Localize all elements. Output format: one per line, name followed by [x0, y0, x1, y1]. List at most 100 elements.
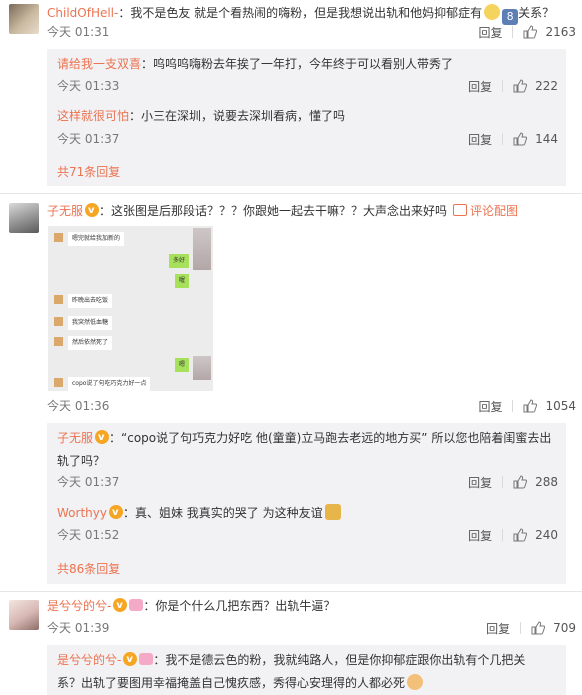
like-thumb-icon[interactable]	[513, 528, 528, 542]
username-link[interactable]: 是兮兮的兮-	[47, 599, 111, 613]
vip-badge-icon	[95, 428, 110, 448]
more-replies-link[interactable]: 共86条回复	[57, 561, 120, 577]
reply-button[interactable]: 回复	[468, 78, 492, 95]
comment-text-after: 关系？	[518, 6, 555, 20]
reply-time: 今天 01:37	[57, 475, 120, 489]
chat-avatar	[54, 337, 63, 346]
comment-line: 是兮兮的兮- ：你是个什么几把东西？出轨牛逼？	[47, 596, 576, 616]
username-link[interactable]: 这样就很可怕	[57, 109, 129, 123]
picture-icon	[453, 204, 468, 216]
comment-divider	[0, 193, 582, 194]
chat-bubble: 嗯完就给我加新的	[68, 232, 125, 246]
comment-time: 今天 01:39	[47, 621, 110, 635]
username-link[interactable]: Worthyy	[57, 506, 107, 520]
like-thumb-icon[interactable]	[513, 132, 528, 146]
like-count: 709	[553, 621, 576, 635]
username-link[interactable]: 子无服	[47, 204, 83, 218]
reply-line: 这样就很可怕：小三在深圳，说要去深圳看病，懂了吗	[57, 106, 566, 126]
reply-actions: 回复 222	[468, 77, 558, 95]
chat-avatar	[54, 295, 63, 304]
comment-divider	[0, 591, 582, 592]
reply-actions: 回复 144	[468, 130, 558, 148]
reply-list: 是兮兮的兮- ：我不是德云色的粉，我就纯路人，但是你抑郁症跟你出轨有个几把关 系？…	[47, 645, 566, 695]
divider	[502, 80, 504, 92]
avatar[interactable]	[9, 4, 39, 34]
like-count: 1054	[545, 399, 576, 413]
pink-badge-icon	[129, 599, 144, 611]
reply-text: ：我不是德云色的粉，我就纯路人，但是你抑郁症跟你出轨有个几把关	[153, 653, 526, 667]
comment-picture-link[interactable]: 评论配图	[470, 204, 518, 218]
like-count: 2163	[545, 25, 576, 39]
divider	[502, 529, 504, 541]
reply-button[interactable]: 回复	[486, 620, 510, 637]
like-count: 222	[535, 79, 558, 93]
avatar[interactable]	[9, 203, 39, 233]
reply-text: ：“copo说了句巧克力好吃 他(童童)立马跑去老远的地方买” 所以您也陪着闺蜜…	[109, 431, 552, 445]
reply-list: 请给我一支双喜：呜呜呜嗨粉去年挨了一年打，今年终于可以看别人带秀了 今天 01:…	[47, 49, 566, 186]
comment-time: 今天 01:31	[47, 25, 110, 39]
reply-line: Worthyy ：真、姐妹 我真实的哭了 为这种友谊	[57, 503, 566, 523]
vip-badge-icon	[123, 650, 138, 670]
reply-list: 子无服 ：“copo说了句巧克力好吃 他(童童)立马跑去老远的地方买” 所以您也陪…	[47, 423, 566, 584]
like-count: 144	[535, 132, 558, 146]
chat-avatar	[54, 233, 63, 242]
username-link[interactable]: 是兮兮的兮-	[57, 653, 121, 667]
comment-text: ：你是个什么几把东西？出轨牛逼？	[143, 599, 336, 613]
username-link[interactable]: 子无服	[57, 431, 93, 445]
comment-line: 子无服 ：这张图是后那段话？？？你跟她一起去干嘛？？大声念出来好吗 评论配图	[47, 201, 576, 221]
comment-picture[interactable]: 嗯完就给我加新的 多好 喔 昨晚出去吃饭 我突然低血糖 然后依然死了 嗯 cop…	[48, 226, 213, 391]
avatar[interactable]	[9, 600, 39, 630]
chat-bubble: 嗯	[174, 358, 189, 372]
chat-bubble: copo说了句吃巧克力好一点	[68, 377, 151, 391]
reply-button[interactable]: 回复	[468, 131, 492, 148]
more-replies-link[interactable]: 共71条回复	[57, 164, 120, 180]
divider	[512, 26, 514, 38]
reply-time: 今天 01:33	[57, 79, 120, 93]
reply-line-continued: 系？出轨了要图用幸福掩盖自己愧疚感，秀得心安理得的人都必死	[57, 673, 566, 693]
like-thumb-icon[interactable]	[523, 399, 538, 413]
username-link[interactable]: 请给我一支双喜	[57, 57, 141, 71]
comment-actions: 回复 709	[486, 619, 576, 637]
blur-mosaic	[193, 356, 211, 380]
reply-button[interactable]: 回复	[468, 474, 492, 491]
username-link[interactable]: ChildOfHell-	[47, 6, 118, 20]
chat-bubble: 昨晚出去吃饭	[68, 294, 113, 308]
divider	[502, 133, 504, 145]
beer-emoji-icon	[324, 504, 341, 520]
reply-text: ：真、姐妹 我真实的哭了 为这种友谊	[122, 506, 323, 520]
comment-actions: 回复 1054	[478, 397, 576, 415]
pink-badge-icon	[139, 653, 154, 665]
comment-text: ：这张图是后那段话？？？你跟她一起去干嘛？？大声念出来好吗	[99, 204, 448, 218]
like-thumb-icon[interactable]	[513, 475, 528, 489]
like-thumb-icon[interactable]	[523, 25, 538, 39]
reply-text: ：小三在深圳，说要去深圳看病，懂了吗	[129, 109, 346, 123]
divider	[512, 400, 514, 412]
reply-button[interactable]: 回复	[468, 527, 492, 544]
reply-time: 今天 01:52	[57, 528, 120, 542]
divider	[502, 476, 504, 488]
chat-bubble: 多好	[168, 254, 189, 268]
chat-bubble: 然后依然死了	[68, 336, 113, 350]
vip-badge-icon	[108, 503, 123, 523]
hand-emoji-icon	[407, 674, 424, 690]
chat-bubble: 我突然低血糖	[68, 316, 113, 330]
comment-line: ChildOfHell-：我不是色友 就是个看热闹的嗨粉，但是我想说出轨和他妈抑…	[47, 3, 576, 25]
reply-button[interactable]: 回复	[478, 398, 502, 415]
vip-badge-icon	[85, 201, 100, 221]
reply-text: ：呜呜呜嗨粉去年挨了一年打，今年终于可以看别人带秀了	[141, 57, 454, 71]
divider	[520, 622, 522, 634]
reply-button[interactable]: 回复	[478, 24, 502, 41]
reply-time: 今天 01:37	[57, 132, 120, 146]
chat-bubble: 喔	[174, 274, 189, 288]
reply-line: 是兮兮的兮- ：我不是德云色的粉，我就纯路人，但是你抑郁症跟你出轨有个几把关	[57, 650, 566, 670]
reply-line: 请给我一支双喜：呜呜呜嗨粉去年挨了一年打，今年终于可以看别人带秀了	[57, 54, 566, 74]
like-thumb-icon[interactable]	[531, 621, 546, 635]
chat-avatar	[54, 317, 63, 326]
blur-mosaic	[193, 228, 211, 270]
reply-text-continued: 系？出轨了要图用幸福掩盖自己愧疚感，秀得心安理得的人都必死	[57, 676, 406, 690]
comment-actions: 回复 2163	[478, 23, 576, 41]
rooster-emoji-icon	[484, 4, 501, 20]
vip-badge-icon	[113, 596, 128, 616]
like-thumb-icon[interactable]	[513, 79, 528, 93]
chat-avatar	[54, 378, 63, 387]
